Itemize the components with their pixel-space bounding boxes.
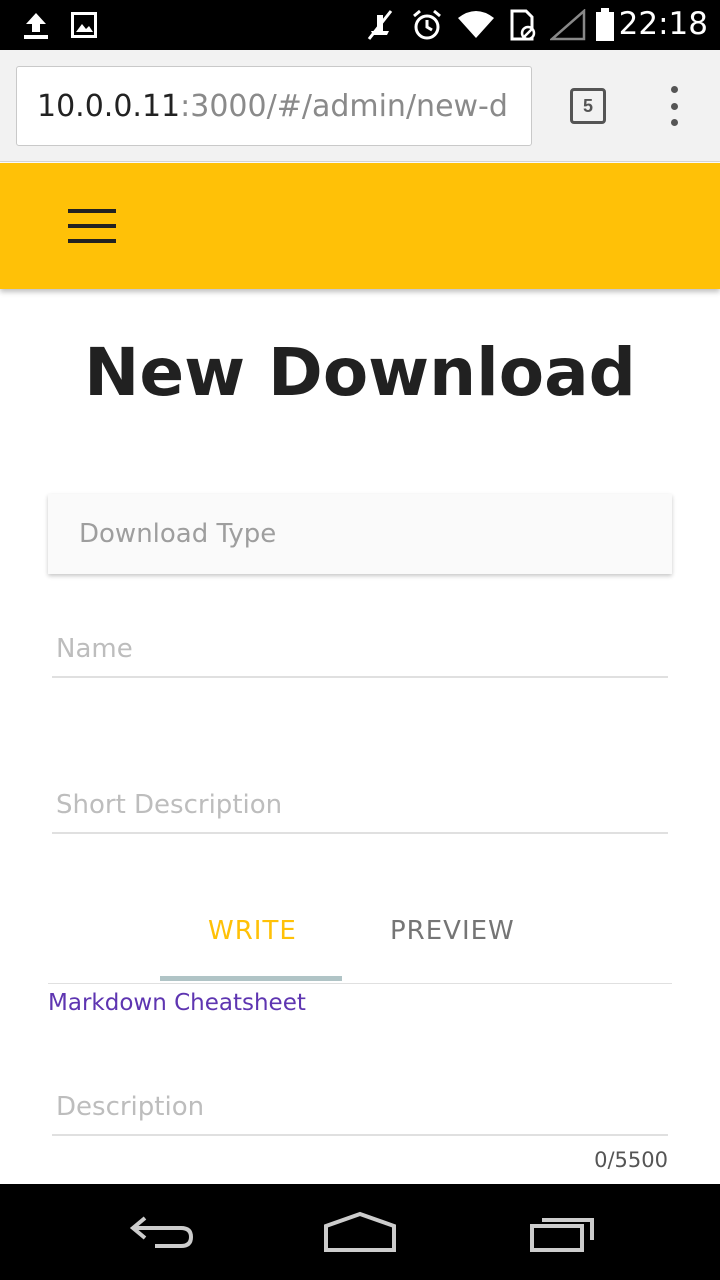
description-placeholder: Description bbox=[56, 1092, 205, 1122]
description-textarea[interactable]: Description bbox=[52, 1070, 668, 1136]
page-title: New Download bbox=[84, 334, 636, 411]
app-bar bbox=[0, 163, 720, 289]
hamburger-menu-icon[interactable] bbox=[68, 209, 116, 243]
screen: 22:18 10.0.0.11:3000/#/admin/new-d 5 New… bbox=[0, 0, 720, 1280]
name-input[interactable]: Name bbox=[52, 620, 668, 678]
tab-write[interactable]: WRITE bbox=[208, 916, 297, 946]
tab-active-indicator bbox=[160, 976, 342, 981]
url-host: 10.0.0.11 bbox=[37, 88, 181, 124]
tab-switcher-button[interactable]: 5 bbox=[570, 88, 606, 124]
navigation-bar bbox=[0, 1184, 720, 1280]
status-bar: 22:18 bbox=[0, 0, 720, 50]
upload-icon bbox=[18, 8, 54, 42]
sim-icon bbox=[508, 8, 538, 42]
signal-icon bbox=[548, 8, 588, 42]
battery-icon bbox=[594, 8, 616, 42]
home-icon[interactable] bbox=[320, 1202, 400, 1262]
url-path: :3000/#/admin/new-d bbox=[180, 88, 508, 124]
recent-apps-icon[interactable] bbox=[522, 1202, 602, 1262]
download-type-select[interactable]: Download Type bbox=[48, 494, 672, 574]
url-bar[interactable]: 10.0.0.11:3000/#/admin/new-d bbox=[16, 66, 532, 146]
back-icon[interactable] bbox=[120, 1202, 200, 1262]
editor-tabs: WRITE PREVIEW bbox=[48, 898, 672, 984]
wifi-icon bbox=[456, 8, 496, 42]
image-icon bbox=[70, 8, 98, 42]
short-description-placeholder: Short Description bbox=[56, 790, 283, 820]
alarm-icon bbox=[410, 8, 444, 42]
name-placeholder: Name bbox=[56, 634, 133, 664]
tab-preview[interactable]: PREVIEW bbox=[390, 916, 515, 946]
mute-icon bbox=[364, 8, 396, 42]
overflow-menu-icon[interactable] bbox=[664, 86, 684, 126]
browser-toolbar: 10.0.0.11:3000/#/admin/new-d 5 bbox=[0, 50, 720, 162]
status-time: 22:18 bbox=[618, 6, 708, 42]
short-description-input[interactable]: Short Description bbox=[52, 776, 668, 834]
markdown-cheatsheet-link[interactable]: Markdown Cheatsheet bbox=[48, 990, 306, 1016]
character-counter: 0/5500 bbox=[594, 1148, 668, 1172]
